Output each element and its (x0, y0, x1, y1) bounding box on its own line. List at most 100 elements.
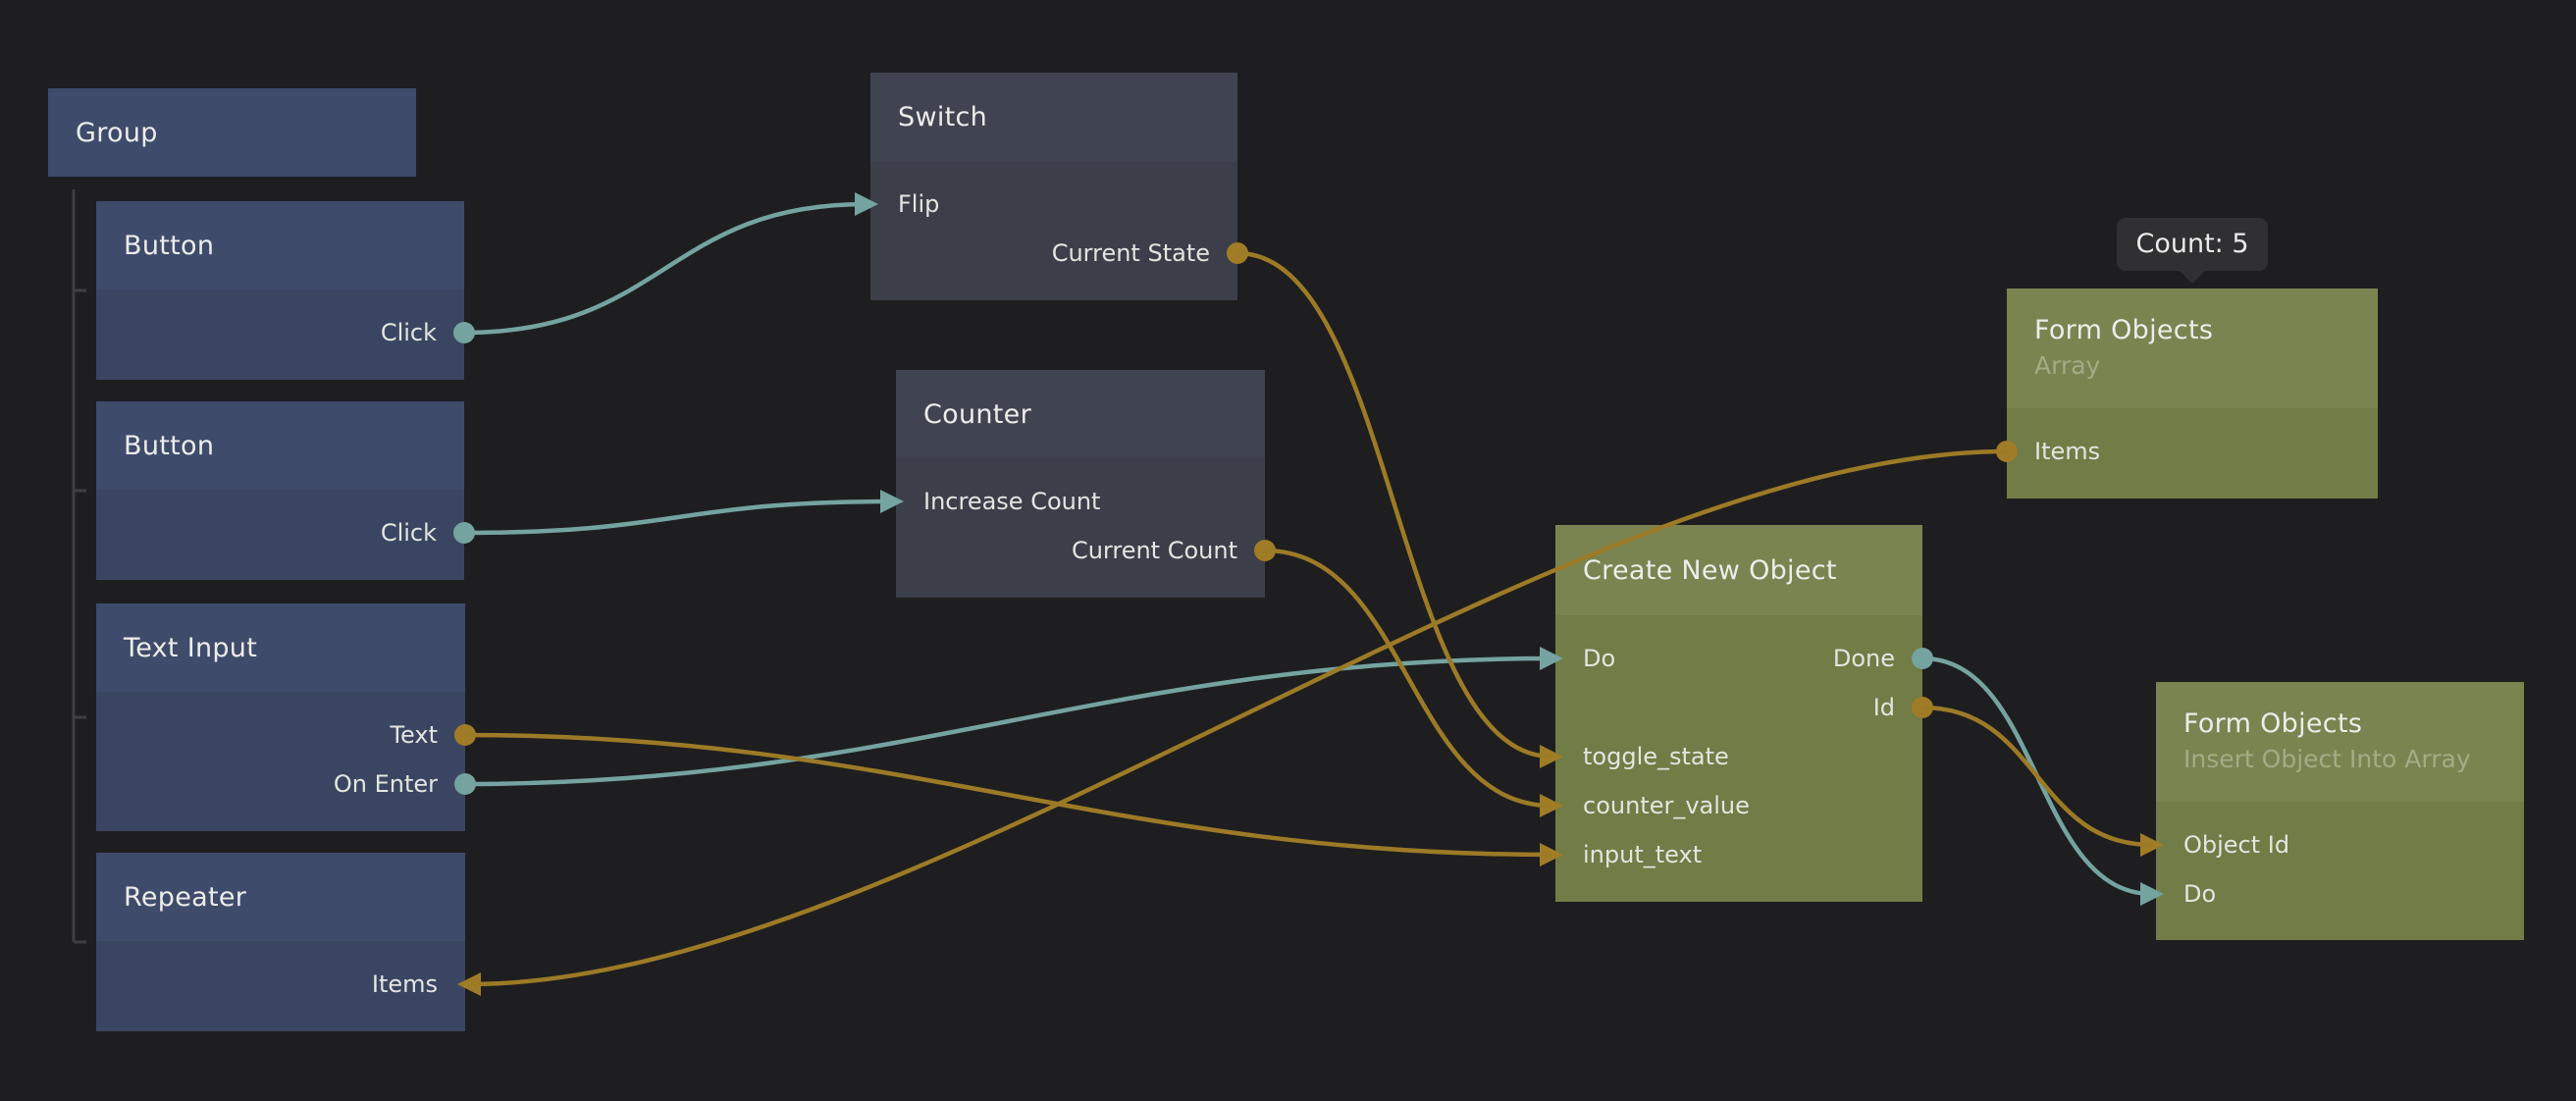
port-label: toggle_state (1583, 742, 1729, 771)
port-row: toggle_state (1555, 742, 1922, 771)
node-header: Create New Object (1555, 525, 1922, 615)
port-label: Current Count (1072, 536, 1237, 565)
node-header: Text Input (96, 603, 465, 692)
node-title: Button (124, 231, 214, 261)
node-title: Switch (898, 102, 987, 132)
wire-cno-id-to-foi-objectid (1922, 708, 2152, 845)
node-graph-canvas: Group Button Click Button Click Text Inp… (0, 0, 2576, 1101)
port-label: Flip (898, 189, 939, 219)
port-id-output[interactable] (1912, 697, 1933, 718)
wire-cnt-cc-to-cno-cval (1265, 550, 1551, 806)
node-subtitle: Array (2034, 349, 2378, 383)
node-text-input[interactable]: Text Input Text On Enter (96, 603, 465, 831)
port-label: On Enter (334, 769, 438, 799)
node-header: Counter (896, 370, 1265, 458)
port-label: Done (1833, 644, 1895, 673)
node-header: Button (96, 201, 464, 289)
wire-b2-click-to-cnt-inc (464, 501, 892, 533)
port-flip-input[interactable] (855, 192, 878, 216)
port-row: Items (96, 970, 465, 999)
node-form-objects-insert[interactable]: Form Objects Insert Object Into Array Ob… (2156, 682, 2524, 940)
port-label: Increase Count (923, 487, 1100, 516)
port-text-output[interactable] (454, 724, 476, 746)
port-current-count-output[interactable] (1254, 540, 1276, 561)
port-label: Click (381, 518, 437, 548)
node-switch[interactable]: Switch Flip Current State (870, 73, 1237, 300)
node-header: Form Objects Array (2007, 288, 2378, 408)
node-title: Repeater (124, 882, 246, 913)
node-group[interactable]: Group (48, 88, 416, 177)
port-items-input[interactable] (457, 972, 481, 996)
node-title: Group (76, 118, 158, 148)
port-row: Text (96, 720, 465, 750)
node-header: Switch (870, 73, 1237, 162)
port-label: Object Id (2183, 830, 2289, 860)
port-row: Id (1555, 693, 1922, 722)
wire-ti-text-to-cno-itext (465, 735, 1551, 855)
port-label: Id (1873, 693, 1895, 722)
node-body (870, 162, 1237, 300)
port-done-output[interactable] (1912, 648, 1933, 669)
port-row: Current State (870, 238, 1237, 268)
wire-b1-click-to-sw-flip (464, 204, 867, 333)
node-form-objects-array[interactable]: Form Objects Array Items (2007, 288, 2378, 498)
node-button-2[interactable]: Button Click (96, 401, 464, 580)
wire-sw-cs-to-cno-toggle (1237, 253, 1551, 757)
port-row: Increase Count (896, 487, 1265, 516)
node-repeater[interactable]: Repeater Items (96, 853, 465, 1031)
node-body (96, 692, 465, 831)
node-counter[interactable]: Counter Increase Count Current Count (896, 370, 1265, 598)
node-create-new-object[interactable]: Create New Object Do Done Id toggle_stat… (1555, 525, 1922, 902)
node-header: Group (48, 88, 416, 177)
port-click-output[interactable] (453, 322, 475, 343)
node-header: Form Objects Insert Object Into Array (2156, 682, 2524, 802)
port-row: Items (2007, 437, 2378, 466)
node-title: Text Input (124, 633, 257, 663)
node-body (896, 458, 1265, 598)
group-tree-connector (74, 189, 86, 942)
port-label: input_text (1583, 840, 1702, 869)
port-object-id-input[interactable] (2140, 833, 2164, 857)
port-do-input[interactable] (1540, 647, 1563, 670)
node-button-1[interactable]: Button Click (96, 201, 464, 380)
wire-ti-onenter-to-cno-do (465, 658, 1551, 784)
port-items-output[interactable] (1996, 441, 2018, 462)
port-label: Items (372, 970, 438, 999)
port-row: Click (96, 318, 464, 347)
port-row: counter_value (1555, 791, 1922, 820)
port-label: Do (2183, 879, 2216, 909)
port-input-text-input[interactable] (1540, 843, 1563, 866)
port-toggle-state-input[interactable] (1540, 745, 1563, 768)
count-tooltip-text: Count: 5 (2135, 229, 2248, 259)
port-label: counter_value (1583, 791, 1750, 820)
node-subtitle: Insert Object Into Array (2183, 743, 2524, 776)
port-counter-value-input[interactable] (1540, 794, 1563, 817)
node-header: Repeater (96, 853, 465, 941)
port-label: Do (1583, 644, 1615, 673)
port-label: Current State (1052, 238, 1210, 268)
port-on-enter-output[interactable] (454, 773, 476, 795)
port-row: input_text (1555, 840, 1922, 869)
node-title: Form Objects (2183, 706, 2524, 743)
port-row: Click (96, 518, 464, 548)
port-row: Do Done (1555, 644, 1922, 673)
node-body (2156, 802, 2524, 940)
port-row: Current Count (896, 536, 1265, 565)
count-tooltip: Count: 5 (2117, 218, 2268, 271)
port-row: On Enter (96, 769, 465, 799)
port-do-input[interactable] (2140, 882, 2164, 906)
port-label: Click (381, 318, 437, 347)
port-label: Text (390, 720, 438, 750)
port-row: Do (2156, 879, 2524, 909)
port-label: Items (2034, 437, 2100, 466)
port-click-output[interactable] (453, 522, 475, 544)
port-current-state-output[interactable] (1227, 242, 1248, 264)
port-row: Object Id (2156, 830, 2524, 860)
port-increase-count-input[interactable] (880, 490, 904, 513)
node-header: Button (96, 401, 464, 490)
node-title: Button (124, 431, 214, 461)
port-row: Flip (870, 189, 1237, 219)
node-title: Create New Object (1583, 555, 1837, 586)
node-title: Counter (923, 399, 1031, 430)
node-title: Form Objects (2034, 312, 2378, 349)
